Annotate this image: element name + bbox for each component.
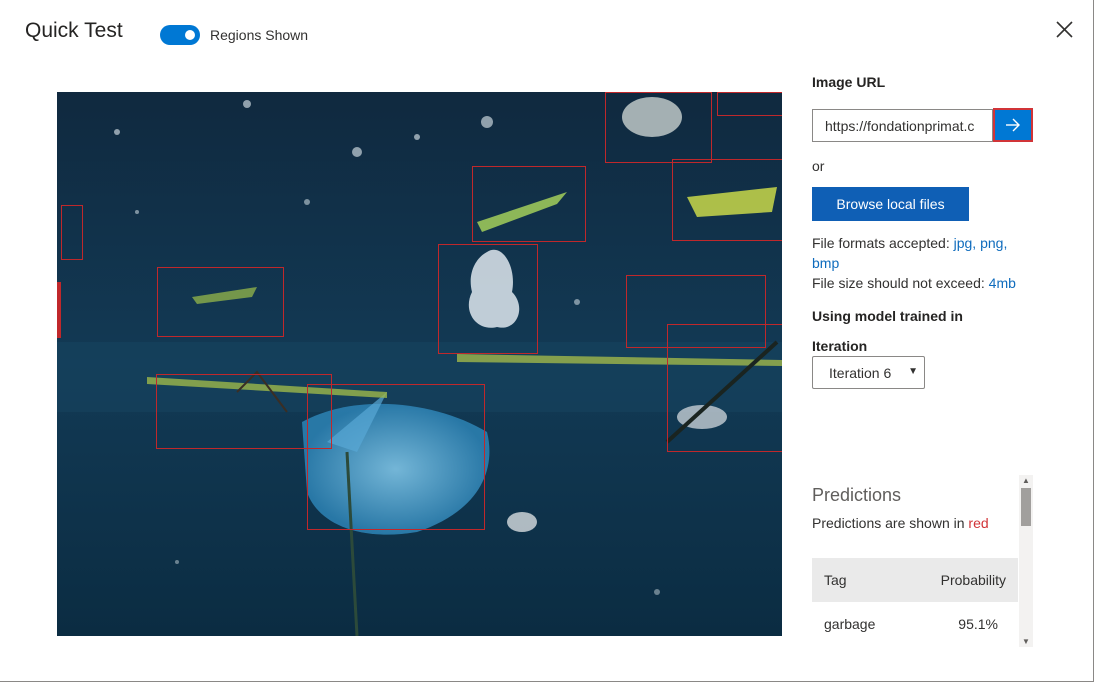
predictions-table-header: Tag Probability bbox=[812, 558, 1018, 602]
browse-local-files-button[interactable]: Browse local files bbox=[812, 187, 969, 221]
file-size-value: 4mb bbox=[988, 275, 1016, 291]
iteration-selected-value: Iteration 6 bbox=[829, 364, 892, 381]
quick-test-dialog: Quick Test Regions Shown Image URL https… bbox=[0, 0, 1094, 682]
file-size-info: File size should not exceed: 4mb bbox=[812, 273, 1022, 293]
prediction-region[interactable] bbox=[156, 374, 332, 449]
prediction-region[interactable] bbox=[57, 282, 61, 338]
scroll-down-icon[interactable]: ▼ bbox=[1022, 637, 1030, 646]
scroll-up-icon[interactable]: ▲ bbox=[1022, 476, 1030, 485]
prediction-region[interactable] bbox=[667, 324, 782, 452]
prediction-region[interactable] bbox=[672, 159, 782, 241]
format-jpg-link[interactable]: jpg, bbox=[954, 235, 977, 251]
prediction-region[interactable] bbox=[157, 267, 284, 337]
column-header-probability: Probability bbox=[940, 572, 1006, 588]
predictions-color-word: red bbox=[968, 515, 989, 531]
image-url-input[interactable] bbox=[812, 109, 993, 142]
prediction-region[interactable] bbox=[717, 92, 782, 116]
column-header-tag: Tag bbox=[824, 572, 847, 588]
file-formats-info: File formats accepted: jpg, png, bmp bbox=[812, 233, 1022, 273]
predictions-title: Predictions bbox=[812, 485, 902, 505]
toggle-knob bbox=[185, 30, 195, 40]
image-url-label: Image URL bbox=[812, 74, 886, 90]
format-png-link[interactable]: png, bbox=[980, 235, 1007, 251]
arrow-right-icon bbox=[1006, 118, 1020, 132]
table-row: garbage 95.1% bbox=[812, 602, 1018, 646]
file-formats-prefix: File formats accepted: bbox=[812, 235, 950, 251]
prediction-region[interactable] bbox=[472, 166, 586, 242]
chevron-down-icon: ▼ bbox=[908, 366, 918, 377]
file-size-prefix: File size should not exceed: bbox=[812, 275, 985, 291]
regions-toggle-label: Regions Shown bbox=[210, 27, 309, 43]
close-icon[interactable] bbox=[1052, 17, 1078, 43]
format-bmp-link[interactable]: bmp bbox=[812, 255, 839, 271]
prediction-region[interactable] bbox=[61, 205, 83, 260]
regions-toggle[interactable] bbox=[160, 25, 200, 45]
predictions-subtitle: Predictions are shown in red bbox=[812, 515, 989, 531]
prediction-probability: 95.1% bbox=[958, 616, 998, 632]
submit-url-button[interactable] bbox=[993, 108, 1033, 142]
or-text: or bbox=[812, 158, 825, 174]
predictions-scrollbar[interactable]: ▲ ▼ bbox=[1019, 475, 1033, 647]
dialog-title: Quick Test bbox=[25, 19, 123, 42]
prediction-region[interactable] bbox=[605, 92, 712, 163]
iteration-label: Iteration bbox=[812, 338, 868, 354]
scrollbar-thumb[interactable] bbox=[1021, 488, 1031, 526]
predictions-subtitle-prefix: Predictions are shown in bbox=[812, 515, 965, 531]
prediction-region[interactable] bbox=[307, 384, 485, 530]
prediction-tag: garbage bbox=[824, 616, 876, 632]
iteration-select[interactable]: Iteration 6 ▼ bbox=[812, 356, 925, 389]
test-image bbox=[57, 92, 782, 636]
prediction-region[interactable] bbox=[438, 244, 538, 354]
model-label: Using model trained in bbox=[812, 308, 963, 324]
